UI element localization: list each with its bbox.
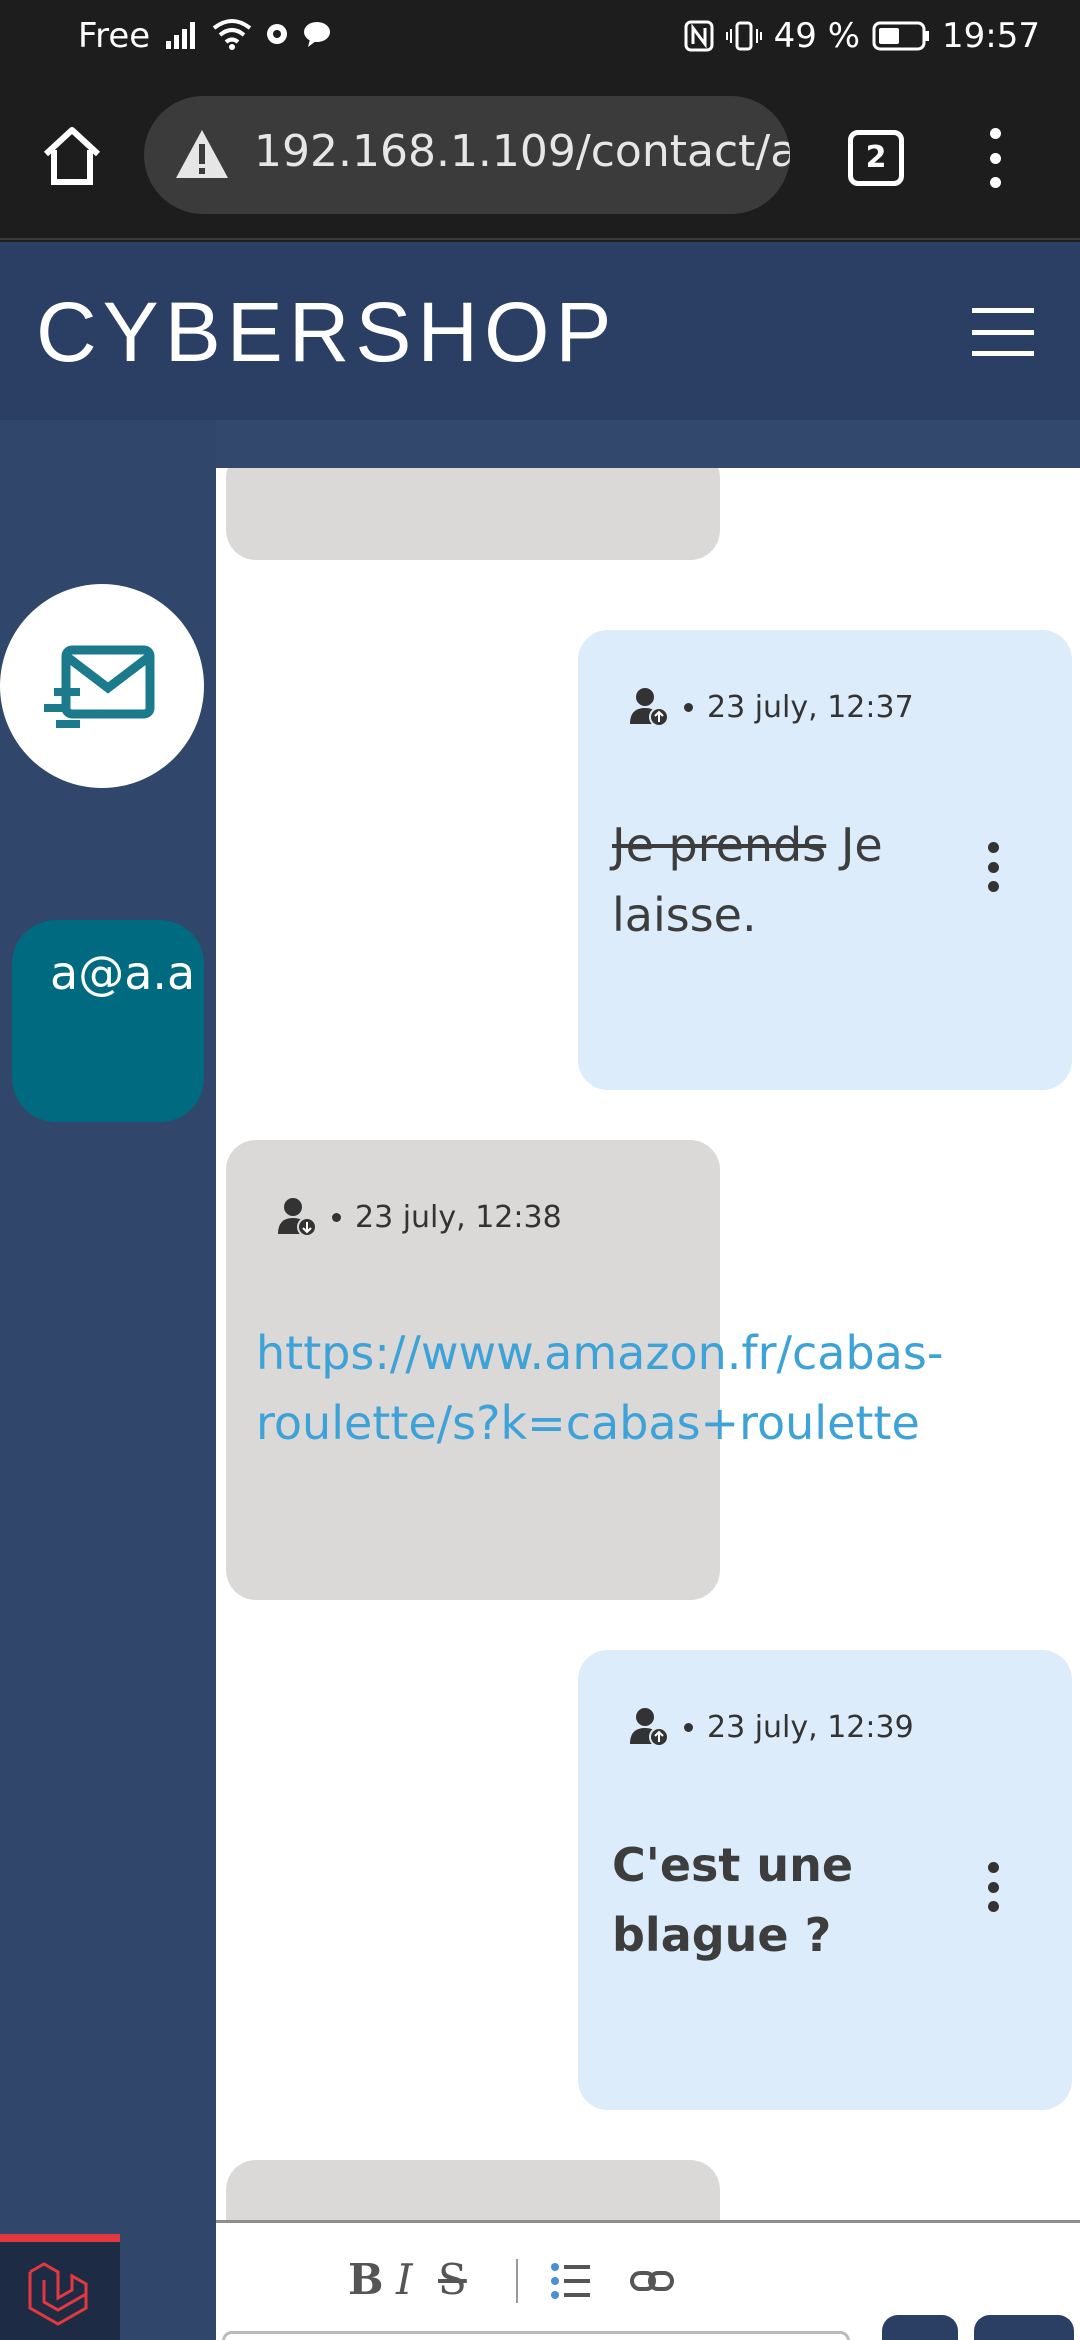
- home-icon[interactable]: [40, 124, 104, 188]
- not-secure-warning-icon[interactable]: [174, 128, 230, 180]
- tab-switcher-button[interactable]: 2: [848, 130, 904, 186]
- italic-button[interactable]: I: [396, 2255, 413, 2304]
- bullet-list-icon[interactable]: [550, 2261, 592, 2301]
- strikethrough-button[interactable]: S: [438, 2255, 467, 2304]
- message-meta: 23 july, 12:37: [628, 686, 914, 728]
- user-sent-icon: [630, 688, 669, 727]
- carrier-name: Free: [78, 16, 151, 56]
- message-bubble-sent: 23 july, 12:37 Je prends Je laisse.: [578, 630, 1072, 1090]
- status-icons-left: [166, 18, 332, 50]
- message-input[interactable]: [222, 2331, 850, 2340]
- message-meta: 23 july, 12:39: [628, 1706, 914, 1748]
- message-bubble-received-partial: [226, 468, 720, 560]
- message-timestamp: 23 july, 12:39: [707, 1709, 914, 1745]
- nfc-icon: [684, 20, 714, 52]
- message-timestamp: 23 july, 12:37: [707, 689, 914, 725]
- contact-item[interactable]: a@a.a: [12, 920, 204, 1122]
- url-text[interactable]: 192.168.1.109/contact/a: [254, 126, 790, 177]
- signal-icon: [166, 19, 202, 49]
- bold-button[interactable]: B: [348, 2255, 384, 2304]
- toolbar-divider: [516, 2259, 518, 2303]
- site-logo[interactable]: CYBERSHOP: [36, 284, 617, 381]
- clock: 19:57: [942, 16, 1040, 56]
- contact-email: a@a.a: [50, 946, 196, 1000]
- battery-percent: 49 %: [773, 16, 861, 56]
- user-received-icon: [278, 1198, 317, 1237]
- send-button[interactable]: [974, 2315, 1074, 2340]
- hamburger-menu-icon[interactable]: [972, 308, 1034, 356]
- link-icon[interactable]: [630, 2267, 674, 2295]
- conversation-panel: 23 july, 12:37 Je prends Je laisse. 23 j…: [216, 468, 1080, 2340]
- message-link[interactable]: https://www.amazon.fr/cabas-roulette/s?k…: [256, 1318, 976, 1458]
- main-area: a@a.a 23 july, 12:37 Je prends Je laisse…: [0, 420, 1080, 2340]
- chat-notification-icon: [304, 22, 330, 47]
- attach-button[interactable]: [882, 2315, 958, 2340]
- laravel-logo-icon[interactable]: [0, 2234, 120, 2340]
- message-bubble-sent: 23 july, 12:39 C'est une blague ?: [578, 1650, 1072, 2110]
- settings-icon: [267, 24, 287, 44]
- battery-icon: [872, 21, 930, 51]
- user-sent-icon: [630, 1708, 669, 1747]
- vibrate-icon: [725, 21, 762, 51]
- message-text: Je prends Je laisse.: [612, 810, 972, 950]
- message-meta: 23 july, 12:38: [276, 1196, 562, 1238]
- status-icons-right: 49 % 19:57: [684, 16, 1040, 56]
- messages-button[interactable]: [0, 584, 204, 788]
- site-header: CYBERSHOP: [0, 242, 1080, 420]
- message-options-icon[interactable]: [986, 1862, 1000, 1912]
- address-bar[interactable]: 192.168.1.109/contact/a: [144, 96, 790, 214]
- wifi-icon: [212, 19, 252, 50]
- contacts-sidebar: a@a.a: [0, 420, 216, 2340]
- message-composer: B I S: [216, 2220, 1080, 2340]
- message-bubble-received: 23 july, 12:38 https://www.amazon.fr/cab…: [226, 1140, 943, 1600]
- message-struck-text: Je prends: [612, 818, 827, 872]
- mail-icon: [44, 645, 155, 728]
- browser-menu-icon[interactable]: [980, 128, 1010, 188]
- status-bar: Free 49 % 19:57: [0, 0, 1080, 74]
- browser-toolbar: 192.168.1.109/contact/a 2: [0, 74, 1080, 240]
- message-timestamp: 23 july, 12:38: [355, 1199, 562, 1235]
- message-options-icon[interactable]: [986, 842, 1000, 892]
- message-body: C'est une blague ?: [612, 1838, 854, 1962]
